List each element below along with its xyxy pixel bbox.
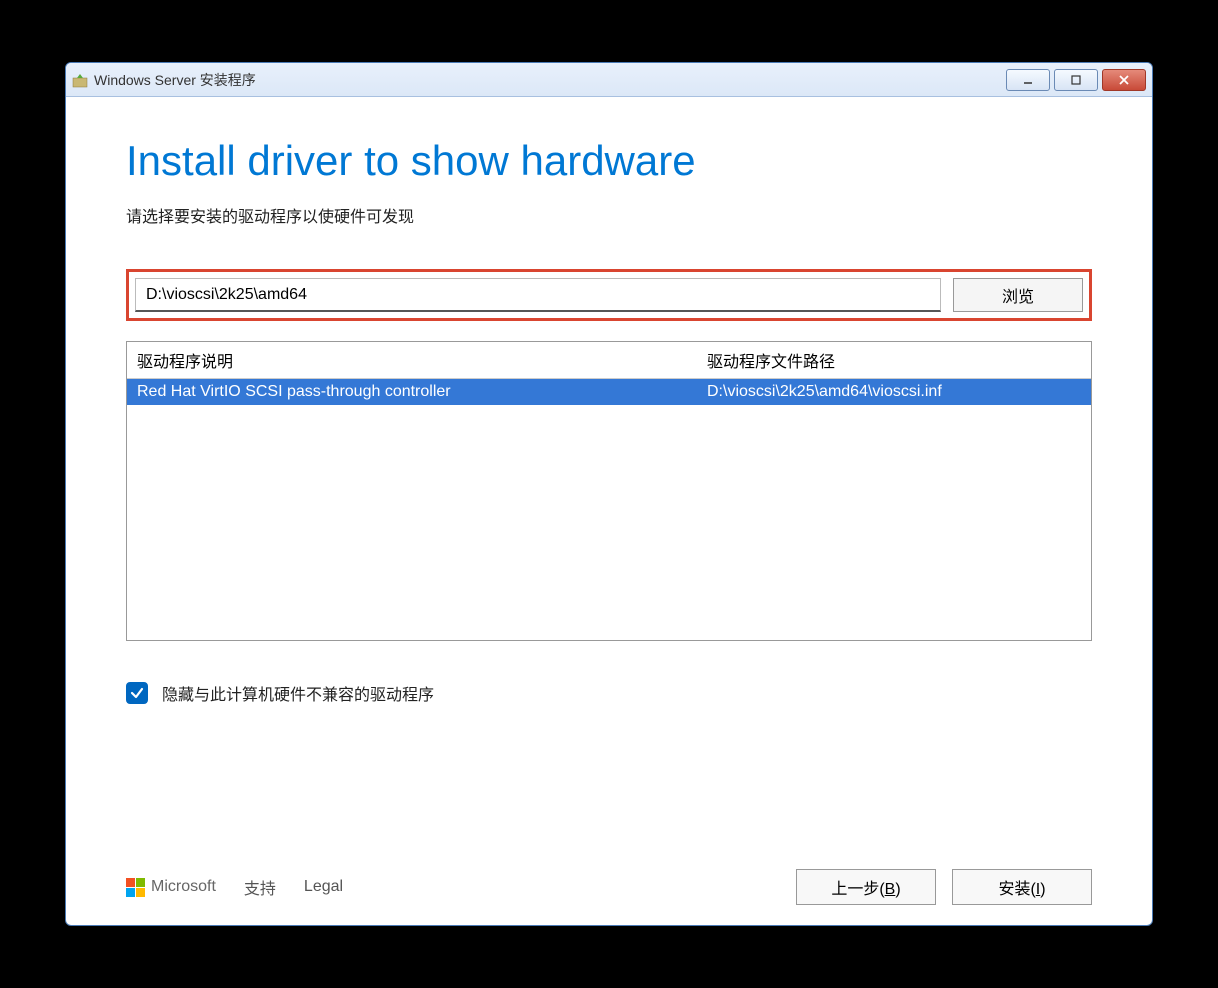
footer: Microsoft 支持 Legal 上一步(B) 安装(I) — [126, 829, 1092, 905]
close-icon — [1118, 74, 1130, 86]
titlebar: Windows Server 安装程序 — [66, 63, 1152, 97]
legal-link[interactable]: Legal — [304, 878, 343, 896]
content-area: Install driver to show hardware 请选择要安装的驱… — [66, 97, 1152, 925]
back-button[interactable]: 上一步(B) — [796, 869, 936, 905]
driver-file-path: D:\vioscsi\2k25\amd64\vioscsi.inf — [697, 383, 1091, 401]
driver-path-input[interactable] — [135, 278, 941, 312]
minimize-icon — [1022, 74, 1034, 86]
support-link[interactable]: 支持 — [244, 875, 276, 899]
hide-incompatible-label: 隐藏与此计算机硬件不兼容的驱动程序 — [162, 681, 434, 705]
app-icon — [72, 72, 88, 88]
driver-path-row: 浏览 — [126, 269, 1092, 321]
column-header-description[interactable]: 驱动程序说明 — [127, 348, 697, 372]
driver-list-header: 驱动程序说明 驱动程序文件路径 — [127, 342, 1091, 379]
browse-button[interactable]: 浏览 — [953, 278, 1083, 312]
footer-left: Microsoft 支持 Legal — [126, 875, 343, 899]
microsoft-logo: Microsoft — [126, 878, 216, 897]
page-subheading: 请选择要安装的驱动程序以使硬件可发现 — [126, 203, 1092, 227]
maximize-button[interactable] — [1054, 69, 1098, 91]
installer-window: Windows Server 安装程序 Install driver to sh… — [65, 62, 1153, 926]
hide-incompatible-row: 隐藏与此计算机硬件不兼容的驱动程序 — [126, 681, 1092, 705]
page-heading: Install driver to show hardware — [126, 137, 1092, 185]
footer-right: 上一步(B) 安装(I) — [796, 869, 1092, 905]
close-button[interactable] — [1102, 69, 1146, 91]
driver-list-row[interactable]: Red Hat VirtIO SCSI pass-through control… — [127, 379, 1091, 405]
microsoft-label: Microsoft — [151, 878, 216, 896]
minimize-button[interactable] — [1006, 69, 1050, 91]
driver-list: 驱动程序说明 驱动程序文件路径 Red Hat VirtIO SCSI pass… — [126, 341, 1092, 641]
install-button[interactable]: 安装(I) — [952, 869, 1092, 905]
window-controls — [1006, 69, 1146, 91]
hide-incompatible-checkbox[interactable] — [126, 682, 148, 704]
window-title: Windows Server 安装程序 — [94, 70, 1006, 90]
driver-description: Red Hat VirtIO SCSI pass-through control… — [127, 383, 697, 401]
checkmark-icon — [130, 686, 144, 700]
microsoft-logo-icon — [126, 878, 145, 897]
column-header-path[interactable]: 驱动程序文件路径 — [697, 348, 1091, 372]
maximize-icon — [1070, 74, 1082, 86]
